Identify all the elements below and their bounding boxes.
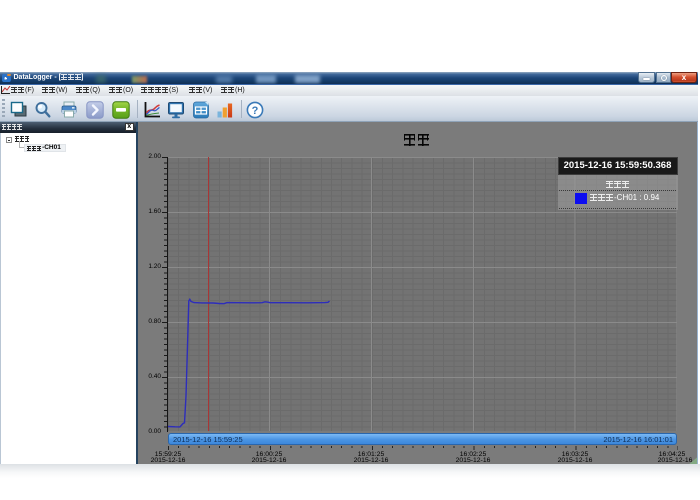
svg-text:?: ? (252, 105, 259, 117)
